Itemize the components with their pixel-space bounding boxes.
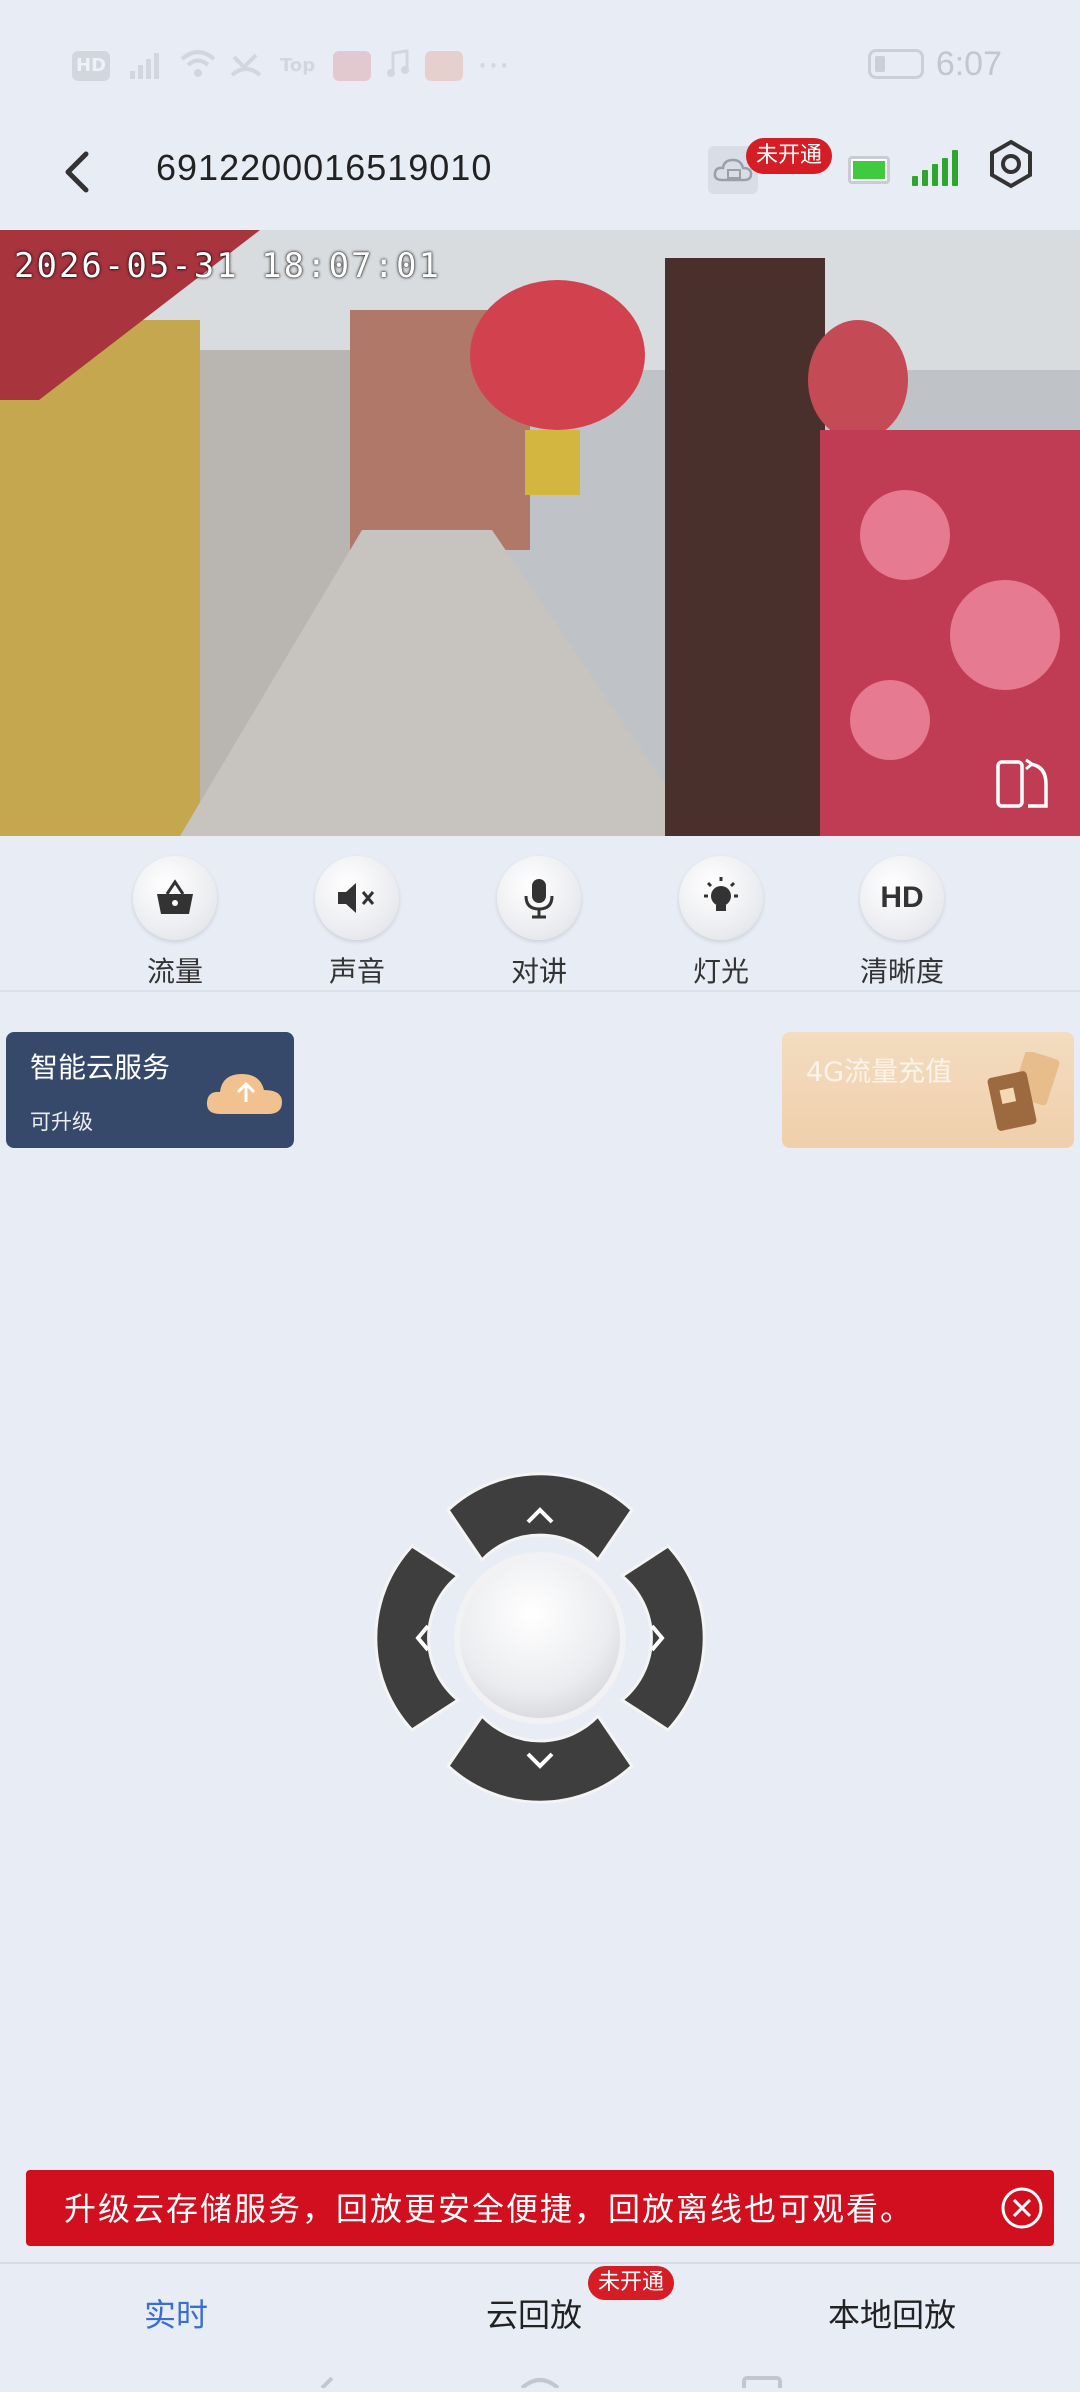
live-video-feed[interactable]: 2026-05-31 18:07:01 — [0, 230, 1080, 836]
close-circle-icon — [1001, 2187, 1043, 2229]
music-icon — [385, 49, 411, 83]
hd-icon: HD — [880, 881, 924, 914]
sound-button[interactable]: 声音 — [277, 856, 437, 990]
light-label: 灯光 — [692, 955, 749, 988]
rotate-screen-icon — [996, 758, 1048, 808]
status-bar-left-icons: HD Top ··· — [72, 46, 510, 86]
missed-call-icon — [230, 49, 262, 83]
cloud-upgrade-banner[interactable]: 升级云存储服务，回放更安全便捷，回放离线也可观看。 — [26, 2170, 1054, 2246]
settings-hexagon-icon — [990, 139, 1032, 189]
4g-recharge-title: 4G流量充值 — [806, 1057, 953, 1088]
clock: 6:07 — [935, 44, 1002, 83]
battery-icon — [867, 49, 924, 79]
device-signal-icon — [912, 146, 962, 186]
ptz-direction-pad — [362, 1460, 718, 1816]
banner-text: 升级云存储服务，回放更安全便捷，回放离线也可观看。 — [64, 2190, 915, 2228]
flow-label: 流量 — [146, 955, 203, 988]
nav-recent-icon — [742, 2376, 782, 2392]
flow-button[interactable]: 流量 — [95, 856, 255, 990]
intercom-label: 对讲 — [510, 955, 567, 988]
cloud-upgrade-icon — [206, 1074, 282, 1114]
cloud-service-card[interactable]: 智能云服务 可升级 — [6, 1032, 294, 1148]
ptz-right-button[interactable] — [619, 1544, 706, 1732]
resolution-label: 清晰度 — [859, 955, 944, 988]
video-scene-tassel — [525, 430, 580, 495]
nav-back-icon — [320, 2376, 334, 2390]
tab-live[interactable]: 实时 — [144, 2290, 208, 2336]
tab-cloud-playback[interactable]: 云回放 — [486, 2290, 582, 2336]
4g-signal-icon — [124, 51, 166, 81]
ptz-left-button[interactable] — [374, 1544, 461, 1732]
video-scene-pillar — [665, 258, 825, 836]
nav-home-icon — [520, 2378, 560, 2390]
app2-icon — [425, 51, 464, 81]
tab-local-playback[interactable]: 本地回放 — [828, 2290, 956, 2336]
app-icon — [333, 51, 372, 81]
more-dots-icon: ··· — [477, 46, 510, 86]
light-bulb-icon — [704, 877, 738, 911]
cloud-service-subtitle: 可升级 — [30, 1110, 93, 1134]
ptz-down-button[interactable] — [446, 1713, 634, 1804]
sound-label: 声音 — [328, 955, 385, 988]
light-button[interactable]: 灯光 — [641, 856, 801, 990]
settings-button[interactable] — [986, 134, 1036, 194]
video-timestamp: 2026-05-31 18:07:01 — [14, 246, 441, 286]
banner-close-button[interactable] — [1000, 2186, 1044, 2230]
hd-icon: HD — [72, 51, 111, 81]
intercom-button[interactable]: 对讲 — [459, 856, 619, 990]
cloud-service-title: 智能云服务 — [30, 1051, 171, 1084]
resolution-button[interactable]: HD 清晰度 — [822, 856, 982, 990]
cloud-playback-badge: 未开通 — [588, 2266, 675, 2300]
ptz-center-button[interactable] — [460, 1558, 620, 1718]
cloud-not-activated-badge: 未开通 — [746, 138, 833, 174]
microphone-icon — [524, 879, 554, 919]
basket-icon — [157, 879, 193, 914]
status-bar-right: 6:07 — [867, 42, 1002, 86]
video-scene-lantern — [470, 280, 645, 430]
system-nav-bar — [0, 2364, 1080, 2392]
4g-recharge-card[interactable]: 4G流量充值 — [782, 1032, 1074, 1148]
ptz-up-button[interactable] — [446, 1472, 634, 1563]
device-title: 6912200016519010 — [156, 147, 493, 188]
divider — [0, 990, 1080, 992]
control-toolbar: 流量 声音 对讲 灯光 HD 清晰度 — [0, 856, 1080, 988]
back-button[interactable] — [52, 142, 102, 202]
top-icon: Top — [280, 55, 316, 76]
sim-card-icon — [987, 1052, 1060, 1131]
fullscreen-rotate-button[interactable] — [994, 756, 1054, 812]
speaker-mute-icon — [338, 883, 375, 913]
wifi-icon — [180, 49, 216, 83]
device-battery-icon — [848, 156, 890, 184]
chevron-left-icon — [65, 151, 89, 193]
video-scene-lantern-2 — [808, 320, 908, 440]
